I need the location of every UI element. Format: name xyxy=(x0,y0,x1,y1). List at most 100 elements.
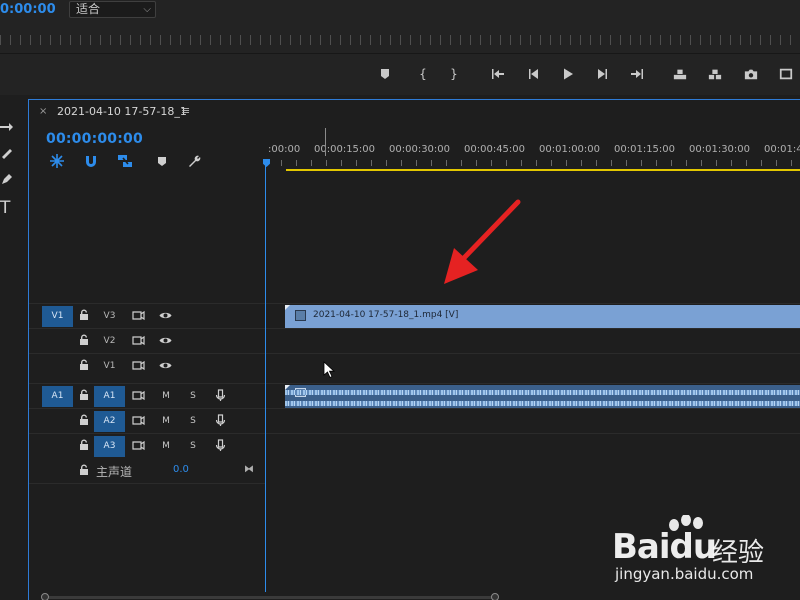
lock-icon[interactable] xyxy=(79,464,89,476)
timeline-settings-button[interactable] xyxy=(187,153,205,171)
mark-in-button[interactable]: { xyxy=(412,64,434,84)
lift-button[interactable] xyxy=(669,64,691,84)
sync-lock-icon[interactable] xyxy=(131,359,145,373)
microphone-icon[interactable] xyxy=(213,414,227,428)
lock-icon[interactable] xyxy=(79,414,89,426)
track-header: V1 xyxy=(29,354,265,378)
add-marker-timeline-button[interactable] xyxy=(154,153,172,171)
export-frame-button[interactable] xyxy=(740,64,762,84)
sync-lock-icon[interactable] xyxy=(131,334,145,348)
track-name[interactable]: V1 xyxy=(94,356,125,377)
solo-button[interactable]: S xyxy=(186,389,200,403)
magnet-icon xyxy=(86,156,96,167)
video-track-v1[interactable]: V1 xyxy=(29,353,800,378)
go-to-in-button[interactable] xyxy=(487,64,509,84)
timeline-toolbar xyxy=(49,153,219,171)
timeline-timecode[interactable]: 00:00:00:00 xyxy=(46,131,143,147)
scroll-handle-right[interactable] xyxy=(491,593,499,600)
clip-label: 2021-04-10 17-57-18_1.mp4 [V] xyxy=(313,310,459,320)
audio-track-a3[interactable]: A3 M S xyxy=(29,433,800,458)
sequence-tab[interactable]: × 2021-04-10 17-57-18_1 ≡ xyxy=(29,100,800,124)
extract-button[interactable] xyxy=(704,64,726,84)
wrench-icon xyxy=(189,155,201,167)
lock-icon[interactable] xyxy=(79,334,89,346)
waveform-channel-left xyxy=(285,390,800,395)
microphone-icon[interactable] xyxy=(213,389,227,403)
hover-indicator xyxy=(325,128,326,156)
track-name[interactable]: A2 xyxy=(94,411,125,432)
add-marker-button[interactable] xyxy=(374,64,396,84)
lock-icon[interactable] xyxy=(79,309,89,321)
sync-lock-icon[interactable] xyxy=(131,414,145,428)
ruler-label: :00:00 xyxy=(268,144,301,155)
scroll-track[interactable] xyxy=(49,596,495,599)
extract-icon xyxy=(708,69,722,80)
lock-icon[interactable] xyxy=(79,359,89,371)
step-back-button[interactable] xyxy=(522,64,544,84)
track-name[interactable]: V3 xyxy=(94,306,125,327)
solo-button[interactable]: S xyxy=(186,414,200,428)
audio-track-a2[interactable]: A2 M S xyxy=(29,408,800,433)
program-monitor: 0:00:00 适合 ⌵ { } xyxy=(0,0,800,95)
fit-dropdown[interactable]: 适合 ⌵ xyxy=(69,1,156,18)
track-name[interactable]: V2 xyxy=(94,331,125,352)
go-to-end-icon[interactable]: ⧓ xyxy=(244,464,254,475)
source-patch-v1[interactable]: V1 xyxy=(42,306,73,327)
mark-in-icon: { xyxy=(419,67,427,81)
solo-button[interactable]: S xyxy=(186,439,200,453)
video-clip[interactable]: 2021-04-10 17-57-18_1.mp4 [V] xyxy=(285,305,800,328)
scroll-handle-left[interactable] xyxy=(41,593,49,600)
sequence-name: 2021-04-10 17-57-18_1 xyxy=(57,105,187,118)
mute-button[interactable]: M xyxy=(159,389,173,403)
ruler-label: 00:01:00:00 xyxy=(539,144,601,155)
panel-menu-icon[interactable]: ≡ xyxy=(181,104,190,117)
work-area-bar[interactable] xyxy=(286,169,800,171)
mute-button[interactable]: M xyxy=(159,439,173,453)
snap-button[interactable] xyxy=(83,153,101,171)
watermark-brand: 经验 xyxy=(712,538,765,568)
time-ruler[interactable]: :00:00 00:00:15:00 00:00:30:00 00:00:45:… xyxy=(263,128,800,174)
mute-button[interactable]: M xyxy=(159,414,173,428)
type-tool[interactable]: T xyxy=(0,198,14,218)
master-volume-value[interactable]: 0.0 xyxy=(173,464,189,475)
nest-toggle-button[interactable] xyxy=(49,153,67,171)
microphone-icon[interactable] xyxy=(213,439,227,453)
master-track[interactable]: 主声道 0.0 ⧓ xyxy=(29,458,265,483)
track-header: A1 A1 M S xyxy=(29,384,265,408)
play-button[interactable] xyxy=(557,64,579,84)
razor-tool[interactable] xyxy=(0,146,14,164)
watermark-url: jingyan.baidu.com xyxy=(615,565,754,583)
eye-icon[interactable] xyxy=(158,309,172,323)
track-select-icon xyxy=(0,123,13,131)
step-forward-button[interactable] xyxy=(592,64,614,84)
linked-selection-button[interactable] xyxy=(117,153,135,171)
lock-icon[interactable] xyxy=(79,439,89,451)
play-icon xyxy=(564,68,573,80)
video-track-v3[interactable]: V1 V3 2021-04-10 17-57-18_1.mp4 [V] xyxy=(29,303,800,328)
program-timecode[interactable]: 0:00:00 xyxy=(0,2,56,17)
mark-out-button[interactable]: } xyxy=(443,64,465,84)
pen-tool[interactable] xyxy=(0,172,14,190)
audio-track-a1[interactable]: A1 A1 M S xyxy=(29,383,800,408)
sync-lock-icon[interactable] xyxy=(131,439,145,453)
go-to-out-button[interactable] xyxy=(626,64,648,84)
sync-lock-icon[interactable] xyxy=(131,309,145,323)
source-patch-a1[interactable]: A1 xyxy=(42,386,73,407)
track-name[interactable]: A3 xyxy=(94,436,125,457)
eye-icon[interactable] xyxy=(158,334,172,348)
track-header: V1 V3 xyxy=(29,304,265,328)
lock-icon[interactable] xyxy=(79,389,89,401)
audio-clip[interactable] xyxy=(285,385,800,408)
monitor-ruler[interactable] xyxy=(0,35,800,45)
video-track-v2[interactable]: V2 xyxy=(29,328,800,353)
ruler-label: 00:01:15:00 xyxy=(614,144,676,155)
tools-panel: T xyxy=(0,100,22,600)
close-icon[interactable]: × xyxy=(39,106,47,117)
playhead-line[interactable] xyxy=(265,162,266,592)
track-select-tool[interactable] xyxy=(0,120,14,138)
eye-icon[interactable] xyxy=(158,359,172,373)
ruler-label: 00:00:15:00 xyxy=(314,144,376,155)
sync-lock-icon[interactable] xyxy=(131,389,145,403)
track-name[interactable]: A1 xyxy=(94,386,125,407)
comparison-view-button[interactable] xyxy=(775,64,797,84)
